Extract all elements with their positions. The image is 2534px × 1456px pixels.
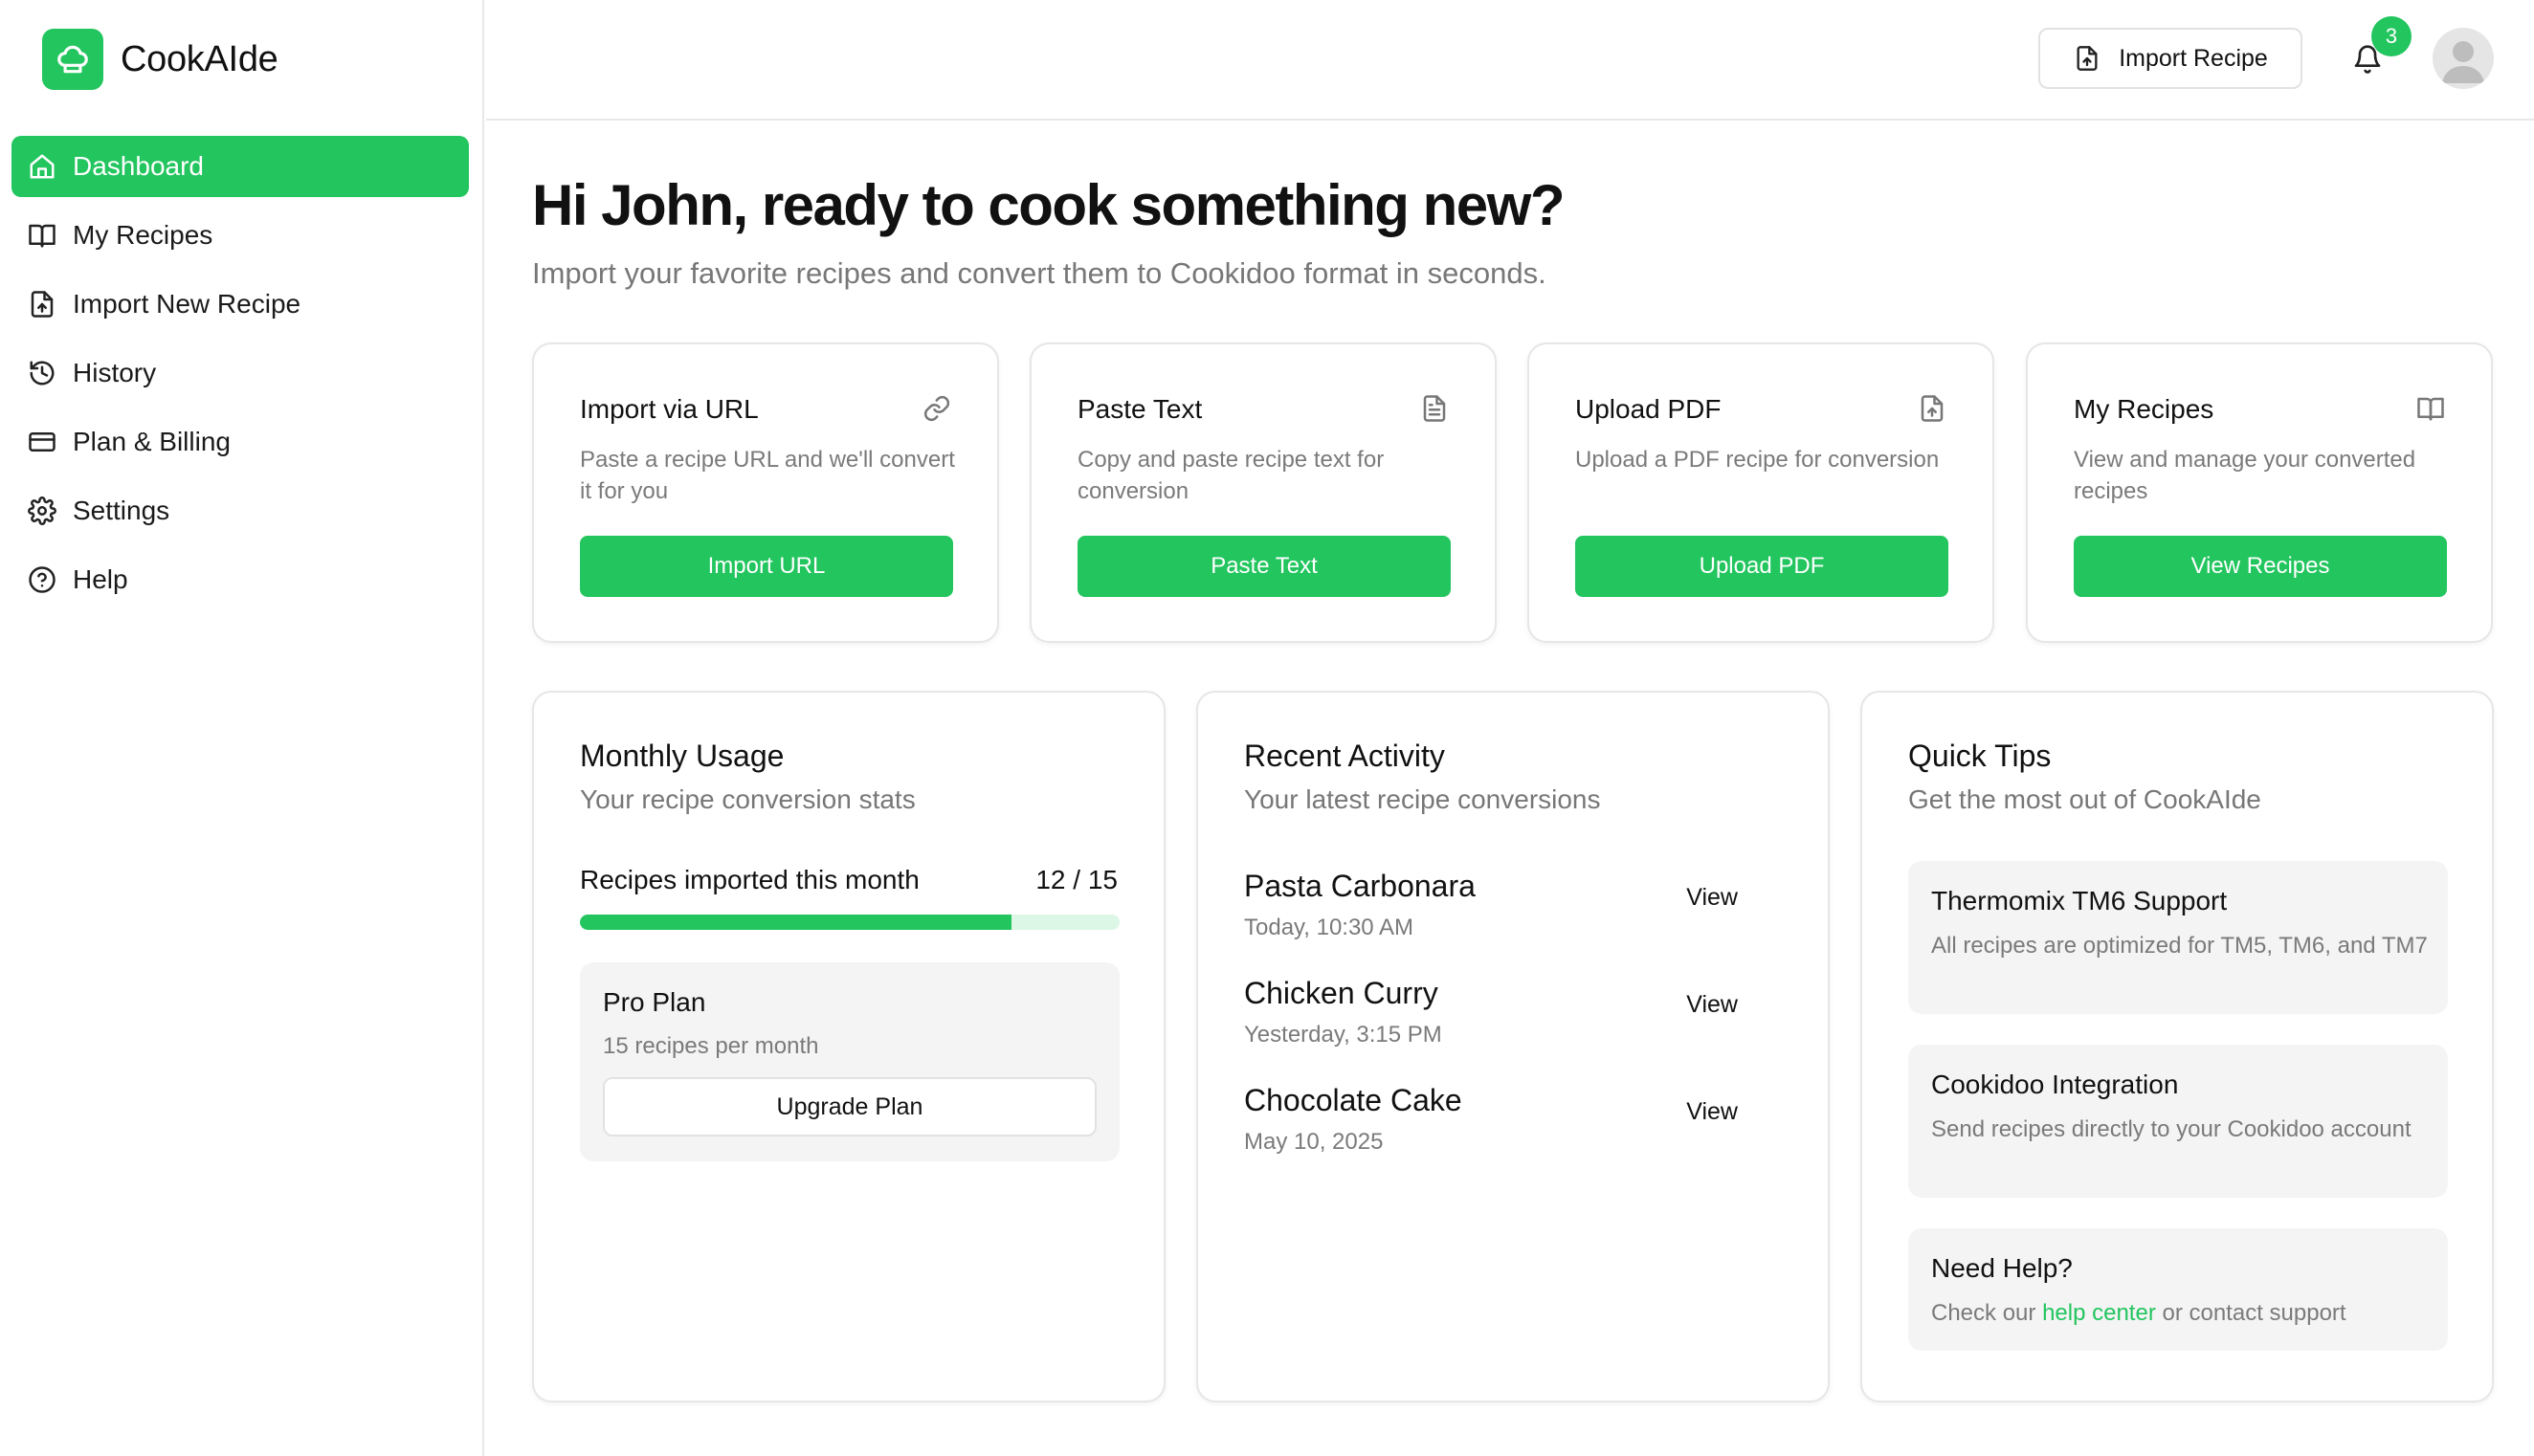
avatar[interactable] — [2433, 28, 2494, 89]
usage-progress-fill — [580, 915, 1012, 930]
recent-activity-panel: Recent Activity Your latest recipe conve… — [1196, 691, 1830, 1402]
activity-timestamp: Yesterday, 3:15 PM — [1244, 1022, 1442, 1048]
sidebar-item-settings[interactable]: Settings — [11, 480, 469, 541]
import-recipe-label: Import Recipe — [2119, 44, 2268, 72]
link-icon — [921, 392, 953, 425]
import-url-button[interactable]: Import URL — [580, 536, 953, 597]
file-upload-icon — [27, 289, 57, 320]
action-card-import-url: Import via URL Paste a recipe URL and we… — [532, 342, 999, 643]
tip-card: Thermomix TM6 Support All recipes are op… — [1908, 861, 2448, 1014]
tip-text: Check our — [1931, 1300, 2043, 1326]
page-subtitle: Import your favorite recipes and convert… — [532, 256, 1546, 290]
activity-timestamp: May 10, 2025 — [1244, 1129, 1384, 1155]
action-card-upload-pdf: Upload PDF Upload a PDF recipe for conve… — [1527, 342, 1994, 643]
notification-badge: 3 — [2371, 16, 2412, 56]
sidebar-item-label: Dashboard — [73, 151, 204, 181]
list-item: Pasta Carbonara Today, 10:30 AM View — [1244, 869, 1786, 955]
card-description: Paste a recipe URL and we'll convert it … — [580, 447, 955, 504]
action-card-my-recipes: My Recipes View and manage your converte… — [2026, 342, 2493, 643]
panel-subtitle: Your latest recipe conversions — [1244, 784, 1601, 814]
sidebar-item-label: Settings — [73, 496, 170, 525]
upgrade-plan-button[interactable]: Upgrade Plan — [603, 1077, 1097, 1136]
sidebar-item-label: My Recipes — [73, 220, 213, 250]
tip-description: Send recipes directly to your Cookidoo a… — [1931, 1116, 2412, 1142]
plan-box: Pro Plan 15 recipes per month Upgrade Pl… — [580, 962, 1120, 1161]
book-icon — [27, 220, 57, 251]
card-title: My Recipes — [2074, 394, 2214, 424]
tip-card: Need Help? Check our help center or cont… — [1908, 1228, 2448, 1351]
view-recipes-button[interactable]: View Recipes — [2074, 536, 2447, 597]
sidebar-item-label: Import New Recipe — [73, 289, 301, 319]
sidebar: CookAIde Dashboard My Recipes Import New… — [0, 0, 484, 1456]
card-title: Import via URL — [580, 394, 759, 424]
tip-text: or contact support — [2155, 1300, 2346, 1326]
card-description: Upload a PDF recipe for conversion — [1575, 447, 1940, 473]
tip-description: All recipes are optimized for TM5, TM6, … — [1931, 933, 2428, 959]
tip-title: Need Help? — [1931, 1253, 2073, 1283]
tip-title: Thermomix TM6 Support — [1931, 886, 2228, 916]
panel-title: Recent Activity — [1244, 739, 1445, 773]
plan-name: Pro Plan — [603, 987, 706, 1017]
brand-name: CookAIde — [121, 38, 278, 79]
panel-title: Monthly Usage — [580, 739, 785, 773]
file-upload-icon — [1916, 392, 1948, 425]
plan-description: 15 recipes per month — [603, 1033, 819, 1059]
panel-title: Quick Tips — [1908, 739, 2052, 773]
activity-recipe-name: Chicken Curry — [1244, 976, 1438, 1010]
sidebar-nav: Dashboard My Recipes Import New Recipe H… — [11, 136, 469, 618]
paste-text-button[interactable]: Paste Text — [1078, 536, 1451, 597]
tip-card: Cookidoo Integration Send recipes direct… — [1908, 1045, 2448, 1198]
sidebar-item-label: Plan & Billing — [73, 427, 231, 456]
help-circle-icon — [27, 564, 57, 595]
list-item: Chicken Curry Yesterday, 3:15 PM View — [1244, 976, 1786, 1062]
panel-subtitle: Your recipe conversion stats — [580, 784, 916, 814]
brand[interactable]: CookAIde — [42, 29, 278, 90]
view-button[interactable]: View — [1686, 1098, 1738, 1126]
app-root: CookAIde Dashboard My Recipes Import New… — [0, 0, 2534, 1456]
sidebar-item-help[interactable]: Help — [11, 549, 469, 610]
sidebar-item-plan-billing[interactable]: Plan & Billing — [11, 411, 469, 473]
page-title: Hi John, ready to cook something new? — [532, 173, 1565, 237]
quick-tips-panel: Quick Tips Get the most out of CookAIde … — [1860, 691, 2494, 1402]
document-icon — [1418, 392, 1451, 425]
tip-description: Check our help center or contact support — [1931, 1297, 2429, 1329]
sidebar-item-dashboard[interactable]: Dashboard — [11, 136, 469, 197]
monthly-usage-panel: Monthly Usage Your recipe conversion sta… — [532, 691, 1166, 1402]
action-card-paste-text: Paste Text Copy and paste recipe text fo… — [1030, 342, 1497, 643]
usage-count: 12 / 15 — [1035, 865, 1118, 894]
file-upload-icon — [2073, 44, 2101, 73]
view-button[interactable]: View — [1686, 991, 1738, 1019]
card-title: Paste Text — [1078, 394, 1203, 424]
usage-progress-bar — [580, 915, 1120, 930]
activity-recipe-name: Chocolate Cake — [1244, 1083, 1462, 1117]
sidebar-item-my-recipes[interactable]: My Recipes — [11, 205, 469, 266]
card-title: Upload PDF — [1575, 394, 1722, 424]
upload-pdf-button[interactable]: Upload PDF — [1575, 536, 1948, 597]
tip-title: Cookidoo Integration — [1931, 1070, 2179, 1099]
sidebar-item-label: Help — [73, 564, 128, 594]
sidebar-item-history[interactable]: History — [11, 342, 469, 404]
panel-subtitle: Get the most out of CookAIde — [1908, 784, 2261, 814]
view-button[interactable]: View — [1686, 884, 1738, 912]
list-item: Chocolate Cake May 10, 2025 View — [1244, 1083, 1786, 1169]
sidebar-item-label: History — [73, 358, 157, 387]
import-recipe-button[interactable]: Import Recipe — [2038, 28, 2302, 89]
gear-icon — [27, 496, 57, 526]
home-icon — [27, 151, 57, 182]
credit-card-icon — [27, 427, 57, 457]
card-description: Copy and paste recipe text for conversio… — [1078, 447, 1385, 504]
help-center-link[interactable]: help center — [2042, 1300, 2156, 1326]
chef-hat-icon — [42, 29, 103, 90]
usage-label: Recipes imported this month — [580, 865, 920, 894]
book-icon — [2414, 392, 2447, 425]
activity-recipe-name: Pasta Carbonara — [1244, 869, 1476, 903]
activity-timestamp: Today, 10:30 AM — [1244, 915, 1413, 940]
history-icon — [27, 358, 57, 388]
sidebar-item-import-new-recipe[interactable]: Import New Recipe — [11, 274, 469, 335]
card-description: View and manage your converted recipes — [2074, 447, 2416, 504]
top-header: Import Recipe 3 — [486, 0, 2534, 121]
